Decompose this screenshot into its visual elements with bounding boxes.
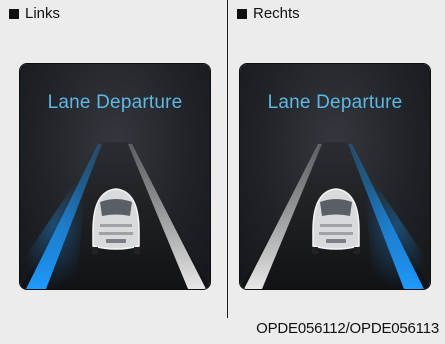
- square-icon: [9, 8, 19, 19]
- panel-divider: [227, 0, 228, 318]
- lane-warning-glow: [362, 164, 430, 289]
- car-icon: [312, 188, 360, 254]
- square-icon: [237, 8, 247, 19]
- panel-label-left: Links: [9, 5, 60, 22]
- cluster-display-left: Lane Departure: [20, 64, 210, 289]
- panel-label-right: Rechts: [237, 5, 300, 22]
- panel-label-right-text: Rechts: [253, 5, 300, 22]
- car-icon: [92, 188, 140, 254]
- lane-scene-left: [20, 142, 210, 289]
- lane-scene-right: [240, 142, 430, 289]
- panel-label-left-text: Links: [25, 5, 61, 22]
- figure-caption: OPDE056112/OPDE056113: [256, 320, 439, 337]
- cluster-display-right: Lane Departure: [240, 64, 430, 289]
